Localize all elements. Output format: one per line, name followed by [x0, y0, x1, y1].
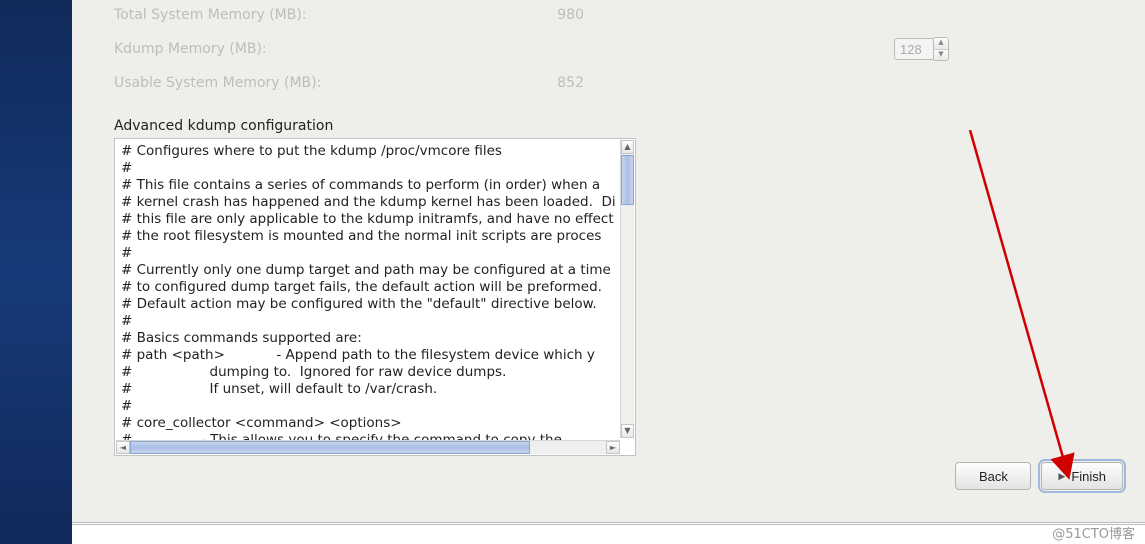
horizontal-scroll-track[interactable]: [130, 441, 606, 454]
kdump-memory-spinbox[interactable]: ▲ ▼: [894, 37, 949, 61]
watermark-text: @51CTO博客: [1052, 523, 1135, 542]
spin-down-icon[interactable]: ▼: [934, 49, 948, 60]
window-bottom-border: [72, 522, 1145, 544]
back-label: Back: [979, 469, 1008, 484]
scroll-down-icon[interactable]: ▼: [621, 424, 634, 438]
kdump-memory-label: Kdump Memory (MB):: [114, 41, 524, 57]
horizontal-scrollbar[interactable]: ◄ ►: [116, 440, 620, 454]
advanced-config-box: ▲ ▼ ◄ ►: [114, 138, 636, 456]
horizontal-scroll-thumb[interactable]: [130, 441, 530, 454]
kdump-memory-input[interactable]: [894, 38, 934, 60]
advanced-section-title: Advanced kdump configuration: [114, 118, 1125, 134]
advanced-config-textarea[interactable]: [115, 139, 635, 455]
scroll-right-icon[interactable]: ►: [606, 441, 620, 454]
dialog-buttons: Back ▶ Finish: [955, 462, 1123, 490]
finish-label: Finish: [1071, 469, 1106, 484]
usable-memory-row: Usable System Memory (MB): 852: [114, 68, 1125, 98]
kdump-memory-row: Kdump Memory (MB): ▲ ▼: [114, 34, 1125, 64]
kdump-spin-controls[interactable]: ▲ ▼: [934, 37, 949, 61]
spin-up-icon[interactable]: ▲: [934, 38, 948, 49]
finish-button[interactable]: ▶ Finish: [1041, 462, 1123, 490]
vertical-scroll-thumb[interactable]: [621, 155, 634, 205]
usable-memory-label: Usable System Memory (MB):: [114, 75, 524, 91]
total-memory-value: 980: [524, 7, 584, 23]
scroll-up-icon[interactable]: ▲: [621, 140, 634, 154]
back-button[interactable]: Back: [955, 462, 1031, 490]
vertical-scrollbar[interactable]: ▲ ▼: [620, 140, 634, 438]
kdump-config-dialog: Total System Memory (MB): 980 Kdump Memo…: [72, 0, 1145, 522]
scroll-left-icon[interactable]: ◄: [116, 441, 130, 454]
usable-memory-value: 852: [524, 75, 584, 91]
total-memory-row: Total System Memory (MB): 980: [114, 0, 1125, 30]
finish-caret-icon: ▶: [1058, 471, 1065, 482]
total-memory-label: Total System Memory (MB):: [114, 7, 524, 23]
desktop-background: [0, 0, 72, 544]
